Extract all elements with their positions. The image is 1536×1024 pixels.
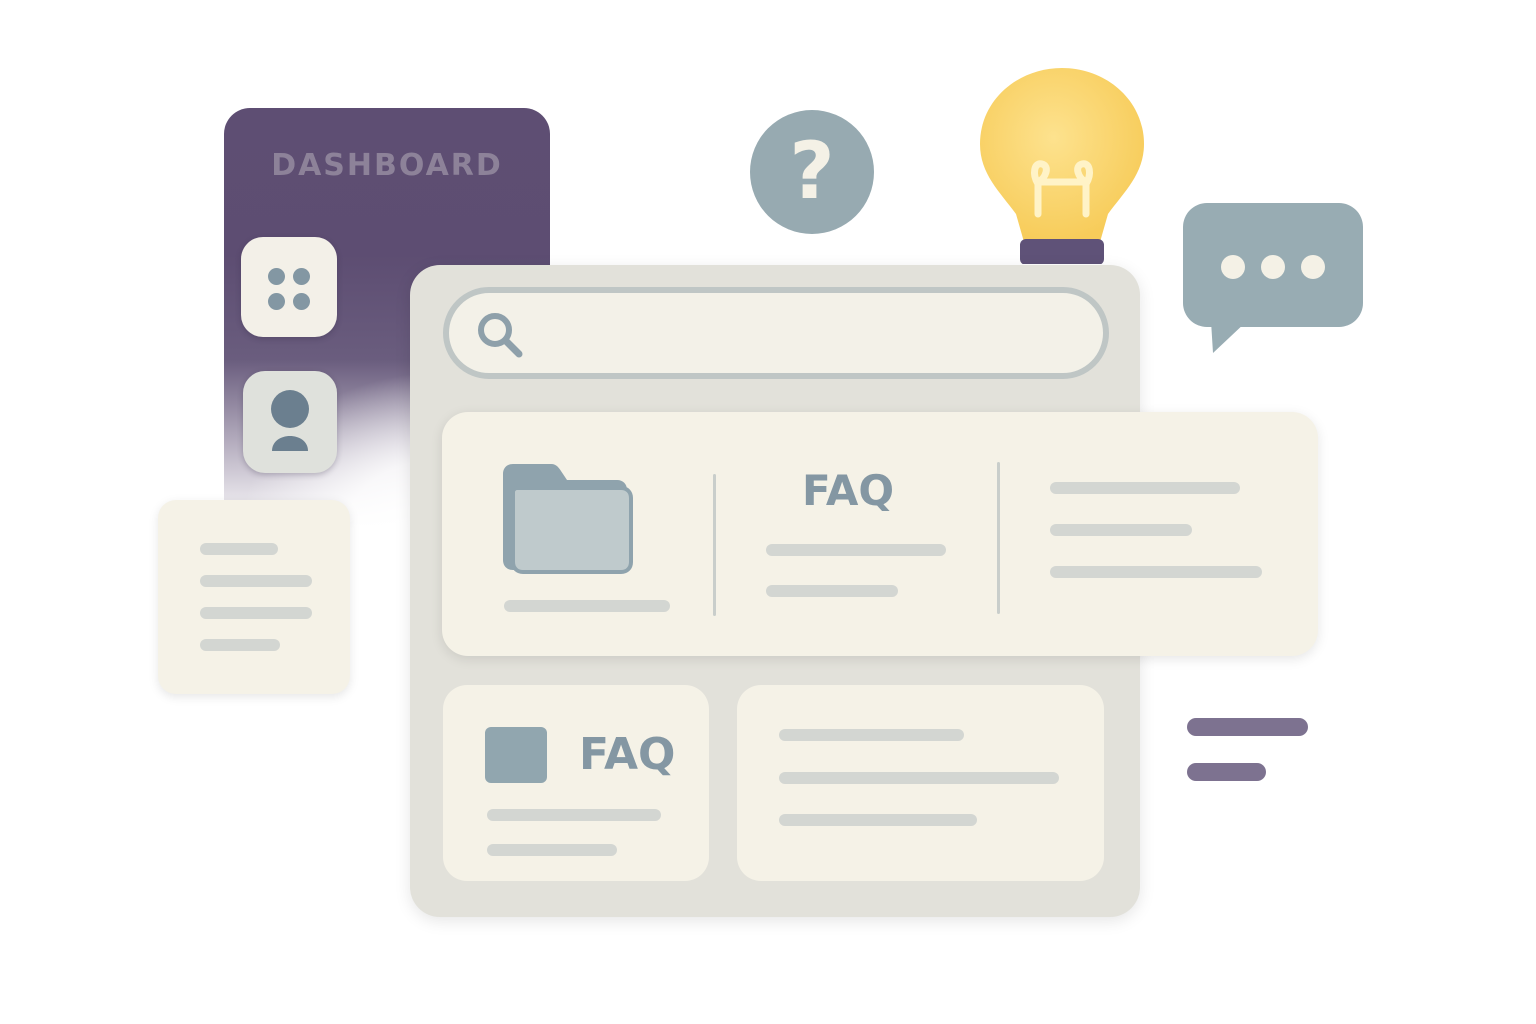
square-icon	[485, 727, 547, 783]
note-card[interactable]	[158, 500, 350, 694]
profile-button[interactable]	[243, 371, 337, 473]
search-input[interactable]	[443, 287, 1109, 379]
folder-icon	[503, 464, 633, 574]
search-icon	[478, 313, 523, 358]
chat-icon[interactable]	[1183, 203, 1363, 353]
faq-card-wide[interactable]: FAQ	[442, 412, 1318, 656]
note-line	[200, 575, 312, 587]
faq-title: FAQ	[802, 466, 895, 515]
text-line	[779, 729, 964, 741]
grid-button[interactable]	[241, 237, 337, 337]
faq-line	[487, 809, 661, 821]
note-line	[200, 543, 278, 555]
menu-bar-long	[1187, 718, 1308, 736]
text-line	[779, 772, 1059, 784]
faq-line	[487, 844, 617, 856]
note-line	[200, 607, 312, 619]
chat-dot	[1301, 255, 1325, 279]
divider	[997, 462, 1000, 614]
chat-tail	[1211, 321, 1247, 353]
text-line	[1050, 482, 1240, 494]
lightbulb-icon	[980, 68, 1144, 264]
text-line	[779, 814, 977, 826]
question-icon[interactable]: ?	[750, 110, 874, 234]
divider	[713, 474, 716, 616]
text-line	[1050, 524, 1192, 536]
text-line	[1050, 566, 1262, 578]
dashboard-title: DASHBOARD	[271, 148, 503, 183]
menu-bar-short	[1187, 763, 1266, 781]
folder-caption-line	[504, 600, 670, 612]
note-line	[200, 639, 280, 651]
faq-title: FAQ	[579, 729, 676, 780]
faq-line	[766, 544, 946, 556]
user-icon	[271, 390, 309, 451]
text-card[interactable]	[737, 685, 1104, 881]
faq-card-small[interactable]: FAQ	[443, 685, 709, 881]
chat-dot	[1261, 255, 1285, 279]
chat-dot	[1221, 255, 1245, 279]
faq-line	[766, 585, 898, 597]
